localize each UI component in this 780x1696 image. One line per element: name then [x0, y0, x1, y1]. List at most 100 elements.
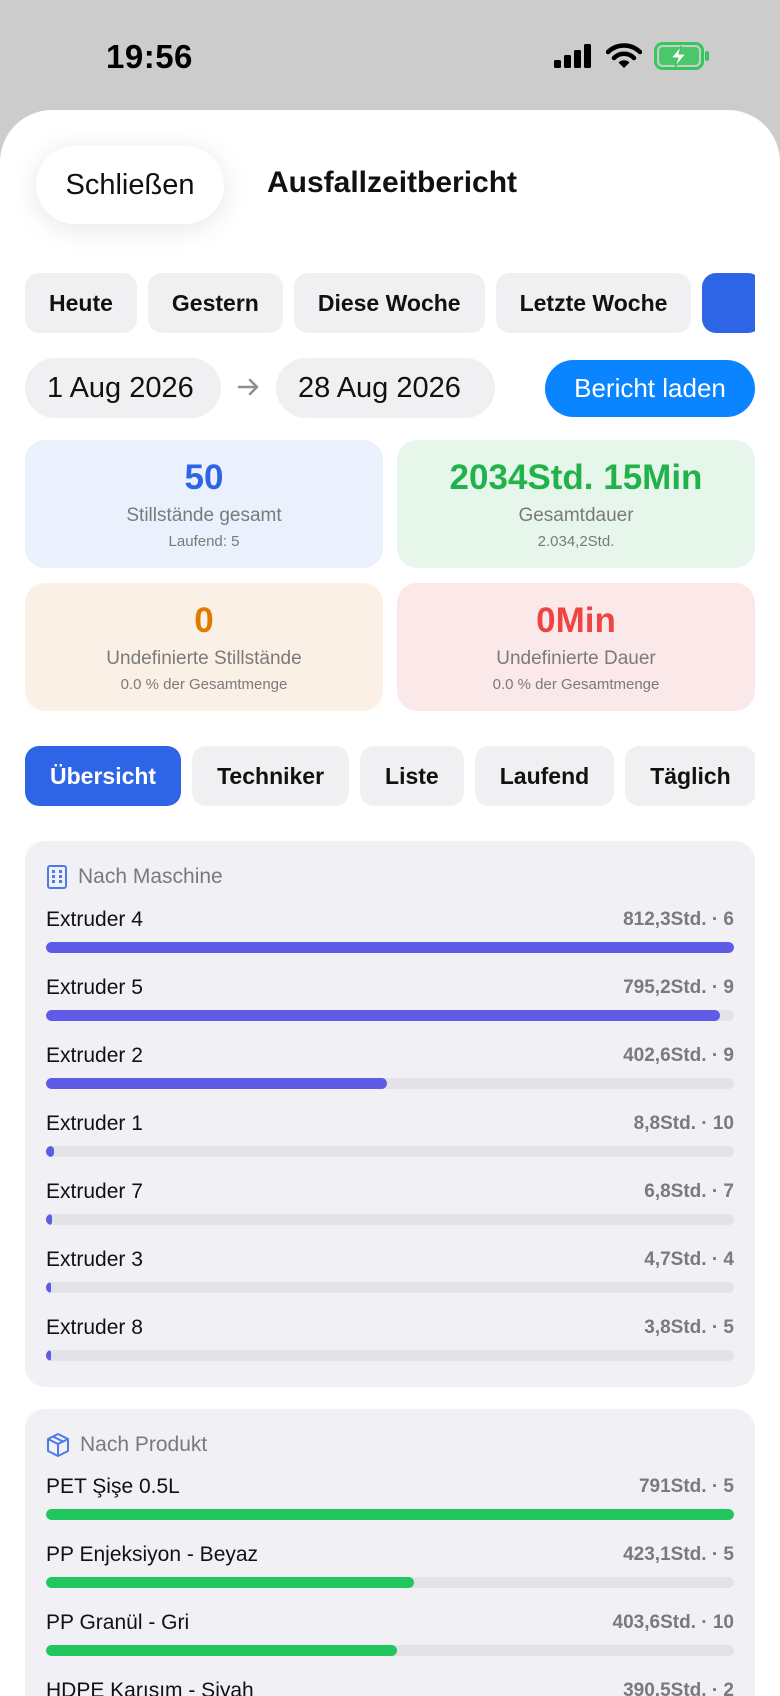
- bar-label: Extruder 4: [46, 908, 143, 931]
- wifi-icon: [606, 43, 642, 68]
- tab-list[interactable]: Liste: [360, 746, 464, 806]
- bar-fill: [46, 1214, 52, 1225]
- bar-track: [46, 942, 734, 953]
- bar-value: 3,8Std. · 5: [644, 1317, 734, 1338]
- bar-label: PET Şişe 0.5L: [46, 1475, 180, 1498]
- bar-value: 390,5Std. · 2: [623, 1680, 734, 1696]
- stat-total-duration: 2034Std. 15Min Gesamtdauer 2.034,2Std.: [397, 440, 755, 568]
- stat-total-downtimes: 50 Stillstände gesamt Laufend: 5: [25, 440, 383, 568]
- preset-last-week[interactable]: Letzte Woche: [495, 273, 692, 333]
- stat-undefined-duration: 0Min Undefinierte Dauer 0.0 % der Gesamt…: [397, 583, 755, 711]
- preset-overflow-chip[interactable]: [702, 273, 755, 333]
- bar-track: [46, 1509, 734, 1520]
- bar-row: Extruder 8 3,8Std. · 5: [46, 1316, 734, 1376]
- building-icon: [47, 865, 67, 889]
- load-report-button[interactable]: Bericht laden: [545, 360, 755, 417]
- close-button[interactable]: Schließen: [36, 146, 224, 224]
- section-header: Nach Maschine: [46, 863, 223, 891]
- bar-fill: [46, 1645, 397, 1656]
- bar-fill: [46, 1350, 51, 1361]
- bar-row: PET Şişe 0.5L 791Std. · 5: [46, 1475, 734, 1535]
- stat-value: 50: [184, 458, 224, 497]
- preset-this-week[interactable]: Diese Woche: [293, 273, 485, 333]
- sheet-header: Schließen Ausfallzeitbericht: [0, 110, 780, 240]
- bar-value: 403,6Std. · 10: [612, 1612, 734, 1633]
- bar-value: 791Std. · 5: [638, 1476, 734, 1497]
- status-icons: [554, 42, 710, 70]
- report-sheet: Schließen Ausfallzeitbericht Heute Gester…: [0, 110, 780, 1696]
- bar-row: Extruder 4 812,3Std. · 6: [46, 908, 734, 968]
- date-preset-row[interactable]: Heute Gestern Diese Woche Letzte Woche: [25, 273, 755, 335]
- bar-label: Extruder 8: [46, 1316, 143, 1339]
- bar-track: [46, 1010, 734, 1021]
- bar-label: Extruder 2: [46, 1044, 143, 1067]
- bar-fill: [46, 1282, 51, 1293]
- stat-label: Stillstände gesamt: [126, 505, 282, 526]
- bar-fill: [46, 1509, 734, 1520]
- stat-value: 2034Std. 15Min: [449, 458, 703, 497]
- bar-label: Extruder 1: [46, 1112, 143, 1135]
- preset-yesterday[interactable]: Gestern: [147, 273, 283, 333]
- section-title: Nach Produkt: [80, 1433, 208, 1456]
- stat-value: 0: [194, 601, 214, 640]
- bar-value: 795,2Std. · 9: [623, 977, 734, 998]
- bar-fill: [46, 942, 734, 953]
- arrow-right-icon: [237, 378, 259, 396]
- stat-label: Gesamtdauer: [518, 505, 634, 526]
- tab-daily[interactable]: Täglich: [625, 746, 755, 806]
- bar-track: [46, 1146, 734, 1157]
- tab-ongoing[interactable]: Laufend: [474, 746, 615, 806]
- bar-label: PP Enjeksiyon - Beyaz: [46, 1543, 259, 1566]
- section-title: Nach Maschine: [78, 865, 223, 888]
- bar-label: HDPE Karışım - Siyah: [46, 1679, 254, 1696]
- end-date-picker[interactable]: 28 Aug 2026: [276, 358, 495, 418]
- bar-track: [46, 1078, 734, 1089]
- bar-row: Extruder 3 4,7Std. · 4: [46, 1248, 734, 1308]
- status-bar: 19:56: [0, 0, 780, 110]
- bar-row: Extruder 2 402,6Std. · 9: [46, 1044, 734, 1104]
- page-title: Ausfallzeitbericht: [267, 166, 518, 199]
- bar-fill: [46, 1146, 54, 1157]
- bar-value: 402,6Std. · 9: [623, 1045, 734, 1066]
- bar-row: PP Granül - Gri 403,6Std. · 10: [46, 1611, 734, 1671]
- stat-sub: 2.034,2Std.: [537, 533, 615, 550]
- bar-label: PP Granül - Gri: [46, 1611, 190, 1634]
- bar-value: 4,7Std. · 4: [644, 1249, 734, 1270]
- bar-track: [46, 1214, 734, 1225]
- battery-charging-icon: [654, 42, 709, 70]
- bar-label: Extruder 3: [46, 1248, 143, 1271]
- bar-label: Extruder 5: [46, 976, 143, 999]
- bar-value: 812,3Std. · 6: [623, 909, 734, 930]
- stat-label: Undefinierte Dauer: [496, 648, 656, 669]
- stat-sub: 0.0 % der Gesamtmenge: [120, 676, 288, 693]
- date-range: 1 Aug 2026 28 Aug 2026 Bericht laden: [25, 358, 755, 420]
- cellular-signal-icon: [554, 44, 591, 68]
- section-header: Nach Produkt: [46, 1431, 207, 1459]
- bar-fill: [46, 1078, 388, 1089]
- bar-fill: [46, 1010, 720, 1021]
- bar-fill: [46, 1577, 415, 1588]
- bar-value: 8,8Std. · 10: [633, 1113, 734, 1134]
- bar-row: Extruder 1 8,8Std. · 10: [46, 1112, 734, 1172]
- report-tabs[interactable]: Übersicht Techniker Liste Laufend Täglich: [25, 746, 755, 808]
- bar-row: PP Enjeksiyon - Beyaz 423,1Std. · 5: [46, 1543, 734, 1603]
- bar-value: 6,8Std. · 7: [644, 1181, 734, 1202]
- stat-sub: 0.0 % der Gesamtmenge: [492, 676, 660, 693]
- bar-track: [46, 1577, 734, 1588]
- tab-technicians[interactable]: Techniker: [192, 746, 350, 806]
- bar-label: Extruder 7: [46, 1180, 143, 1203]
- bar-track: [46, 1282, 734, 1293]
- stat-label: Undefinierte Stillstände: [106, 648, 302, 669]
- bar-track: [46, 1350, 734, 1361]
- bar-value: 423,1Std. · 5: [623, 1544, 734, 1565]
- stat-value: 0Min: [536, 601, 616, 640]
- package-icon: [47, 1433, 69, 1457]
- start-date-picker[interactable]: 1 Aug 2026: [25, 358, 221, 418]
- tab-overview[interactable]: Übersicht: [25, 746, 182, 806]
- bar-track: [46, 1645, 734, 1656]
- preset-today[interactable]: Heute: [25, 273, 137, 333]
- bar-row: Extruder 5 795,2Std. · 9: [46, 976, 734, 1036]
- by-machine-section: Nach Maschine Extruder 4 812,3Std. · 6 Ext…: [25, 841, 755, 1387]
- bar-row: Extruder 7 6,8Std. · 7: [46, 1180, 734, 1240]
- by-product-section: Nach Produkt PET Şişe 0.5L 791Std. · 5 PP …: [25, 1409, 755, 1696]
